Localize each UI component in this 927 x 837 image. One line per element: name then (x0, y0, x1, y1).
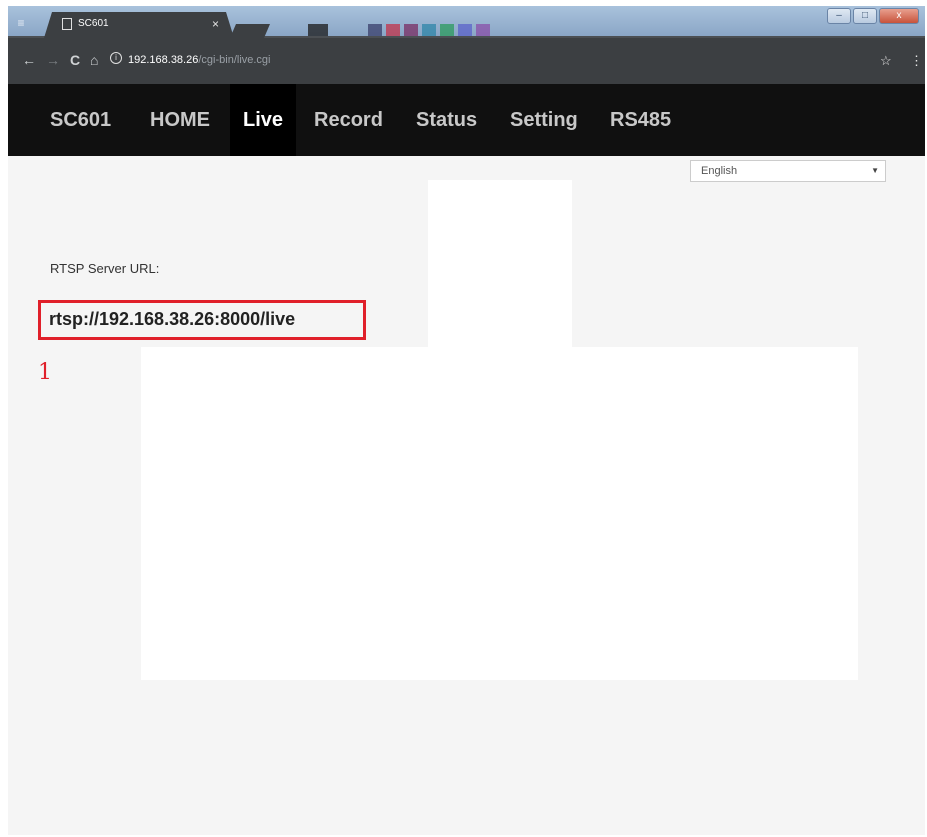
reload-icon[interactable]: C (70, 52, 80, 68)
blurred-tab-swatch (458, 24, 472, 36)
nav-item-setting[interactable]: Setting (510, 84, 578, 156)
window-controls: – □ x (827, 8, 919, 24)
site-info-icon[interactable]: i (110, 52, 122, 64)
video-area[interactable] (141, 347, 858, 680)
page-icon (62, 18, 72, 30)
blurred-tab-swatch (404, 24, 418, 36)
video-placeholder-top (428, 180, 572, 350)
language-select[interactable]: English ▼ (690, 160, 886, 182)
chevron-down-icon: ▼ (871, 166, 879, 175)
blurred-tab-swatch (476, 24, 490, 36)
language-selected-value: English (701, 165, 738, 177)
url-host: 192.168.38.26 (128, 54, 199, 66)
rtsp-server-label: RTSP Server URL: (50, 261, 160, 276)
blurred-tab-swatch (368, 24, 382, 36)
browser-toolbar: ← → C ⌂ i 192.168.38.26/cgi-bin/live.cgi… (8, 38, 925, 84)
nav-item-status[interactable]: Status (416, 84, 477, 156)
home-icon[interactable]: ⌂ (90, 52, 98, 68)
browser-menu-icon[interactable]: ⋮ (910, 53, 923, 69)
site-navbar: SC601 HOME Live Record Status Setting RS… (8, 84, 925, 156)
bookmark-star-icon[interactable]: ☆ (880, 53, 892, 69)
nav-item-record[interactable]: Record (314, 84, 383, 156)
forward-icon[interactable]: → (46, 52, 60, 68)
rtsp-url-value: rtsp://192.168.38.26:8000/live (49, 309, 296, 329)
nav-item-home[interactable]: HOME (150, 84, 210, 156)
tab-close-icon[interactable]: × (212, 17, 219, 31)
title-bar: ≡ SC601 × – □ x (8, 6, 925, 36)
browser-window: ≡ SC601 × – □ x ← → C ⌂ i 192.168.38.26/… (8, 6, 925, 835)
browser-tab[interactable]: SC601 × (44, 12, 234, 38)
web-page: SC601 HOME Live Record Status Setting RS… (8, 84, 925, 835)
url-path: /cgi-bin/live.cgi (198, 54, 271, 66)
blurred-tab-swatch (422, 24, 436, 36)
nav-item-rs485[interactable]: RS485 (610, 84, 671, 156)
tab-title: SC601 (78, 18, 109, 29)
new-tab-button[interactable] (230, 24, 270, 38)
maximize-button[interactable]: □ (853, 8, 877, 24)
app-icon: ≡ (17, 16, 25, 30)
annotation-number: 1 (38, 360, 52, 385)
rtsp-url-highlight: rtsp://192.168.38.26:8000/live (38, 300, 366, 340)
nav-item-live[interactable]: Live (230, 84, 296, 156)
address-bar[interactable]: 192.168.38.26/cgi-bin/live.cgi (128, 50, 898, 70)
nav-brand[interactable]: SC601 (50, 84, 111, 156)
blurred-tab-swatch (386, 24, 400, 36)
close-button[interactable]: x (879, 8, 919, 24)
back-icon[interactable]: ← (22, 52, 36, 68)
blurred-tab-swatch (440, 24, 454, 36)
minimize-button[interactable]: – (827, 8, 851, 24)
blurred-tab-swatch (308, 24, 328, 36)
